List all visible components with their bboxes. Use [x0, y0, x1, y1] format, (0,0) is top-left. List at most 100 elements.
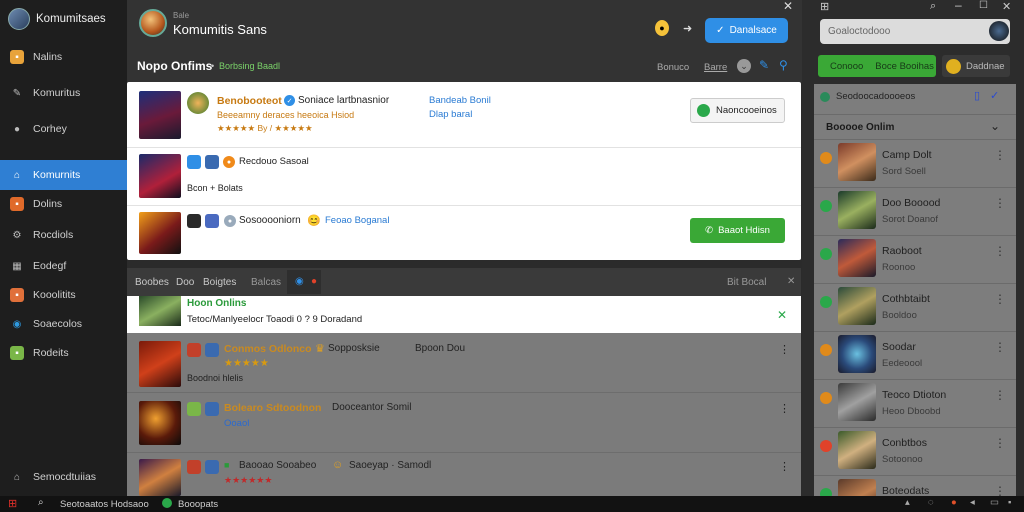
tray-icon[interactable]: ▴	[905, 497, 910, 508]
more-icon[interactable]: ⋮	[994, 244, 1006, 258]
taskbar-search[interactable]: Seotoaatos Hodsaoo	[60, 499, 149, 510]
fire-icon[interactable]: ●	[951, 497, 957, 508]
taskbar-app[interactable]: Booopats	[178, 499, 218, 510]
sidebar-item-2[interactable]: ✎ Komuritus	[0, 79, 127, 107]
friend-avatar	[838, 479, 876, 496]
friend-row[interactable]: Cothbtaibt Booldoo ⋮	[814, 284, 1016, 332]
friend-row[interactable]: Camp Dolt Sord Soell ⋮	[814, 140, 1016, 188]
sidebar-item-active[interactable]: ⌂ Komurnits	[0, 160, 127, 190]
friend-row[interactable]: Boteodats ⋮	[814, 476, 1016, 496]
sidebar-footer-label: Semocdtuiias	[33, 471, 97, 483]
status-label: Naoncooeinos	[716, 105, 777, 116]
join-button[interactable]: ✓ Danalsace	[705, 18, 788, 43]
friend-name: Teoco Dtioton	[882, 389, 947, 401]
friend-status: Sorot Doanof	[882, 214, 938, 225]
pin-icon[interactable]: ✎	[759, 58, 769, 72]
user-avatar[interactable]	[989, 21, 1009, 41]
list-item[interactable]: Conmos Odlonco ♛ Sopposksie Bpoon Dou ★★…	[127, 333, 801, 393]
profile-button[interactable]: Daddnae	[942, 55, 1010, 77]
list-item[interactable]: ■ Baooao Sooabeo ☺ Saoeyap · Samodl ★★★★…	[127, 453, 801, 496]
nav-link-2[interactable]: Barre	[704, 62, 727, 73]
friend-name: Soodar	[882, 341, 916, 353]
sidebar-item-10[interactable]: ▪ Rodeits	[0, 339, 127, 367]
windows-start-icon[interactable]: ⊞	[8, 497, 17, 510]
game-card[interactable]: ● Sosooooniorn 😊 Feoao Boganal ✆ Baaot H…	[127, 206, 801, 260]
arrow-icon[interactable]: ➜	[683, 22, 692, 35]
sidebar-item-3[interactable]: ● Corhey	[0, 115, 127, 143]
more-icon[interactable]: ⋮	[779, 343, 790, 356]
list-item[interactable]: Bolearo Sdtoodnon Dooceantor Somil Ooaol…	[127, 393, 801, 453]
pencil-icon: ✎	[12, 87, 22, 99]
game-thumbnail	[139, 154, 181, 198]
more-icon[interactable]: ⋮	[994, 148, 1006, 162]
battery-icon[interactable]: ▭	[990, 497, 999, 508]
platform-icon	[205, 402, 219, 416]
friends-button-label-2: Boce Booihas	[875, 60, 934, 72]
maximize-icon[interactable]: ☐	[979, 0, 988, 11]
more-icon[interactable]: ⋮	[994, 388, 1006, 402]
search-icon[interactable]: ⌕	[930, 0, 936, 13]
friend-row[interactable]: Raoboot Roonoo ⋮	[814, 236, 1016, 284]
game-card[interactable]: Benobooteot ✓ Soniace lartbnasnior Beeea…	[127, 82, 801, 148]
friends-button[interactable]: Conooo Boce Booihas	[818, 55, 936, 77]
nav-link-1[interactable]: Bonuco	[657, 62, 689, 73]
more-icon[interactable]: ⋮	[994, 340, 1006, 354]
more-icon[interactable]: ⋮	[779, 460, 790, 473]
status-dot-icon	[820, 392, 832, 404]
status-dot-icon	[820, 152, 832, 164]
more-icon[interactable]: ⋮	[779, 402, 790, 415]
strip-right-label[interactable]: Bit Bocal	[727, 277, 766, 288]
sidebar-item-5[interactable]: ▪ Dolins	[0, 190, 127, 218]
link-icon[interactable]: ⚲	[779, 58, 788, 72]
friend-row[interactable]: Soodar Eedeoool ⋮	[814, 332, 1016, 380]
game-card[interactable]: ● Recdouo Sasoal Bcon + Bolats	[127, 148, 801, 206]
more-icon[interactable]: ⋮	[994, 196, 1006, 210]
folder-icon: ▪	[10, 50, 24, 64]
more-icon[interactable]: ⋮	[994, 292, 1006, 306]
search-input[interactable]: Goaloctodooo	[820, 19, 1010, 44]
sidebar-item-1[interactable]: ▪ Nalins	[0, 43, 127, 71]
globe-icon[interactable]: ◉	[295, 276, 304, 287]
fire-icon[interactable]: ●	[311, 276, 317, 287]
notification-icon[interactable]: ▪	[1008, 497, 1011, 508]
sidebar-footer[interactable]: ⌂ Semocdtuiias	[0, 463, 127, 491]
status-button[interactable]: Naoncooeinos	[690, 98, 785, 123]
close-icon[interactable]: ✕	[778, 0, 798, 13]
game-badge-2[interactable]: Dlap baral	[429, 109, 472, 120]
notice-row[interactable]: Hoon Onlins Tetoc/Manlyeelocr Toaodi 0 ?…	[127, 296, 801, 333]
network-icon[interactable]: ◌	[928, 497, 934, 508]
friend-row[interactable]: Conbtbos Sotoonoo ⋮	[814, 428, 1016, 476]
list-header: Seodoocadoooeos ▯ ✓	[814, 84, 1016, 110]
friend-row[interactable]: Doo Booood Sorot Doanof ⋮	[814, 188, 1016, 236]
tab-3[interactable]: Boigtes	[203, 277, 236, 288]
friend-row[interactable]: Teoco Dtioton Heoo Dboobd ⋮	[814, 380, 1016, 428]
sidebar-item-8[interactable]: ▪ Kooolitits	[0, 281, 127, 309]
minimize-icon[interactable]: –	[955, 0, 962, 12]
tab-2[interactable]: Doo	[176, 277, 194, 288]
section-header[interactable]: Booooe Onlim ⌄	[814, 114, 1016, 140]
sidebar-item-9[interactable]: ◉ Soaecolos	[0, 310, 127, 338]
game-badge[interactable]: Bandeab Bonil	[429, 95, 491, 106]
dismiss-icon[interactable]: ✕	[777, 308, 787, 322]
friend-avatar	[838, 191, 876, 229]
sidebar-item-6[interactable]: ⚙ Rocdiols	[0, 221, 127, 249]
check-icon[interactable]: ✓	[990, 89, 999, 102]
play-button[interactable]: ✆ Baaot Hdisn	[690, 218, 785, 243]
status-dot-icon	[820, 248, 832, 260]
close-icon[interactable]: ✕	[787, 276, 795, 287]
dropdown-icon[interactable]: ⌄	[737, 59, 751, 73]
close-icon[interactable]: ✕	[1002, 0, 1011, 13]
more-icon[interactable]: ⋮	[994, 436, 1006, 450]
volume-icon[interactable]: ◂	[970, 497, 975, 508]
notification-icon[interactable]: ●	[655, 20, 669, 36]
tab-1[interactable]: Boobes	[135, 277, 169, 288]
filter-icon[interactable]: ▯	[974, 89, 980, 102]
sidebar-item-7[interactable]: ▦ Eodegf	[0, 252, 127, 280]
profile-avatar[interactable]	[139, 9, 167, 37]
tab-4[interactable]: Balcas	[251, 277, 281, 288]
search-icon[interactable]: ⌕	[38, 497, 44, 508]
more-icon[interactable]: ⋮	[994, 484, 1006, 496]
window-control-icon[interactable]: ⊞	[820, 0, 829, 13]
friend-avatar	[838, 335, 876, 373]
app-avatar	[8, 8, 30, 30]
